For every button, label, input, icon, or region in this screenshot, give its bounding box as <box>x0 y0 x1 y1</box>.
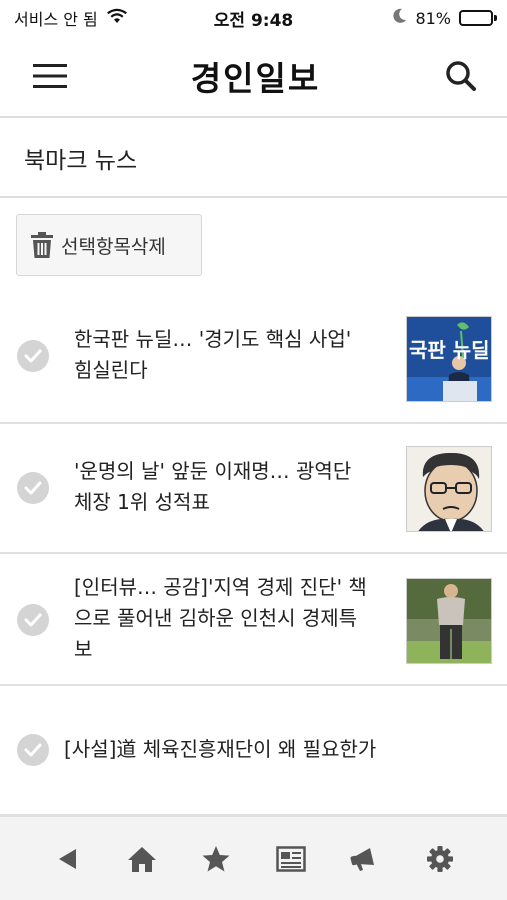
trash-icon <box>31 232 53 258</box>
nav-bookmark-button[interactable] <box>196 839 236 879</box>
news-title-line: [사설]道 체육진흥재단이 왜 필요한가 <box>64 737 377 761</box>
delete-selected-button[interactable]: 선택항목삭제 <box>16 214 202 276</box>
select-checkbox[interactable] <box>17 340 49 372</box>
masthead-logo[interactable]: 경인일보 <box>191 52 320 100</box>
news-thumbnail[interactable] <box>406 578 492 664</box>
nav-settings-button[interactable] <box>420 839 460 879</box>
gear-icon <box>426 845 453 872</box>
news-title-line: 보 <box>74 637 93 661</box>
select-checkbox[interactable] <box>17 604 49 636</box>
news-title-line: 체장 1위 성적표 <box>74 490 210 514</box>
battery-percent: 81% <box>415 8 451 28</box>
menu-button[interactable] <box>30 56 70 96</box>
nav-home-button[interactable] <box>122 839 162 879</box>
wifi-icon <box>106 8 128 28</box>
hamburger-icon <box>33 64 67 88</box>
news-title[interactable]: 한국판 뉴딜… '경기도 핵심 사업' 힘실린다 <box>74 324 394 386</box>
news-title[interactable]: [인터뷰… 공감]'지역 경제 진단' 책 으로 풀어낸 김하운 인천시 경제특… <box>74 572 394 665</box>
news-title[interactable]: '운명의 날' 앞둔 이재명… 광역단 체장 1위 성적표 <box>74 456 394 518</box>
star-icon <box>202 845 230 871</box>
checkmark-icon <box>24 743 42 757</box>
news-thumbnail[interactable] <box>406 446 492 532</box>
nav-back-button[interactable] <box>47 839 87 879</box>
bookmark-news-list: 한국판 뉴딜… '경기도 핵심 사업' 힘실린다 국판 뉴딜 '운명의 날' 앞… <box>0 292 507 816</box>
nav-notice-button[interactable] <box>345 839 385 879</box>
news-title-line: 한국판 뉴딜… '경기도 핵심 사업' <box>74 327 352 351</box>
news-thumbnail[interactable]: 국판 뉴딜 <box>406 316 492 402</box>
thumbnail-caption: 국판 뉴딜 <box>409 338 490 362</box>
news-title-line: 으로 풀어낸 김하운 인천시 경제특 <box>74 606 358 630</box>
news-item[interactable]: '운명의 날' 앞둔 이재명… 광역단 체장 1위 성적표 <box>0 424 507 554</box>
newspaper-icon <box>276 845 306 872</box>
select-checkbox[interactable] <box>17 472 49 504</box>
search-icon <box>446 61 476 91</box>
battery-icon <box>459 10 497 26</box>
news-item[interactable]: 한국판 뉴딜… '경기도 핵심 사업' 힘실린다 국판 뉴딜 <box>0 292 507 424</box>
checkmark-icon <box>24 349 42 363</box>
news-item[interactable]: [인터뷰… 공감]'지역 경제 진단' 책 으로 풀어낸 김하운 인천시 경제특… <box>0 554 507 686</box>
delete-selected-label: 선택항목삭제 <box>61 235 166 258</box>
app-header: 경인일보 <box>0 36 507 118</box>
status-bar: 서비스 안 됨 오전 9:48 81% <box>0 0 507 36</box>
checkmark-icon <box>24 481 42 495</box>
search-button[interactable] <box>441 56 481 96</box>
news-title-line: '운명의 날' 앞둔 이재명… 광역단 <box>74 459 352 483</box>
checkmark-icon <box>24 613 42 627</box>
news-title-line: [인터뷰… 공감]'지역 경제 진단' 책 <box>74 575 367 599</box>
bottom-nav <box>0 816 507 900</box>
status-right: 81% <box>393 8 497 28</box>
select-checkbox[interactable] <box>17 734 49 766</box>
page-title: 북마크 뉴스 <box>0 120 507 198</box>
carrier-label: 서비스 안 됨 <box>14 10 98 29</box>
news-title[interactable]: [사설]道 체육진흥재단이 왜 필요한가 <box>64 734 484 765</box>
home-icon <box>127 846 156 872</box>
back-icon <box>59 848 77 869</box>
moon-icon <box>393 8 407 28</box>
nav-newspaper-button[interactable] <box>271 839 311 879</box>
news-item[interactable]: [사설]道 체육진흥재단이 왜 필요한가 <box>0 686 507 816</box>
news-title-line: 힘실린다 <box>74 358 148 382</box>
status-left: 서비스 안 됨 <box>14 6 128 30</box>
app-screen: 서비스 안 됨 오전 9:48 81% 경인일보 북마크 뉴스 선택항목삭제 한… <box>0 0 507 900</box>
megaphone-icon <box>350 847 375 871</box>
